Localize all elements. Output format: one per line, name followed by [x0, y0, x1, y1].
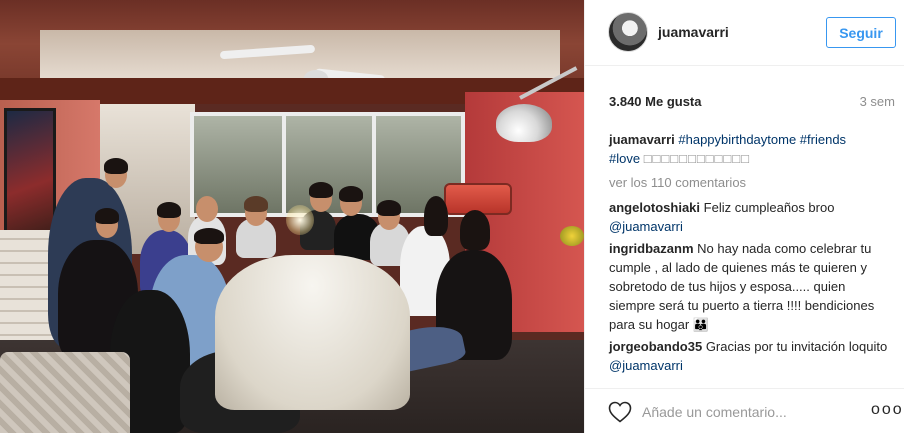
- comment-item: angelotoshiaki Feliz cumpleaños broo @ju…: [609, 198, 893, 236]
- post-header: juamavarri Seguir: [585, 0, 904, 66]
- caption: juamavarri #happybirthdaytome #friends #…: [609, 130, 893, 168]
- comment-username[interactable]: ingridbazanm: [609, 241, 694, 256]
- caption-username[interactable]: juamavarri: [609, 132, 675, 147]
- avatar[interactable]: [608, 12, 648, 52]
- photo-painting: [4, 108, 56, 250]
- post-stats: 3.840 Me gusta 3 sem: [609, 94, 899, 112]
- heart-icon[interactable]: [608, 401, 632, 423]
- comment-username[interactable]: angelotoshiaki: [609, 200, 700, 215]
- post-side-panel: juamavarri Seguir 3.840 Me gusta 3 sem j…: [584, 0, 904, 433]
- photo-lamp: [496, 104, 552, 142]
- view-all-comments-link[interactable]: ver los 110 comentarios: [609, 173, 893, 192]
- comment-mention[interactable]: @juamavarri: [609, 219, 683, 234]
- comment-item: jorgeobando35 Gracias por tu invitación …: [609, 337, 893, 375]
- likes-count[interactable]: 3.840 Me gusta: [609, 94, 702, 109]
- add-comment-input[interactable]: [642, 402, 822, 422]
- comments-list: juamavarri #happybirthdaytome #friends #…: [609, 130, 893, 378]
- photo-sofa: [0, 352, 130, 433]
- caption-hashtags[interactable]: #happybirthdaytome #friends: [678, 132, 846, 147]
- post-photo[interactable]: [0, 0, 584, 433]
- comment-item: ingridbazanm No hay nada como celebrar t…: [609, 239, 893, 334]
- follow-button[interactable]: Seguir: [826, 17, 896, 48]
- post-author-username[interactable]: juamavarri: [658, 24, 729, 40]
- photo-candles: [286, 205, 314, 235]
- comment-mention[interactable]: @juamavarri: [609, 358, 683, 373]
- photo-flowers: [560, 226, 584, 246]
- comment-username[interactable]: jorgeobando35: [609, 339, 702, 354]
- comment-text: Gracias por tu invitación loquito: [705, 339, 888, 354]
- more-options-icon[interactable]: ooo: [871, 401, 904, 419]
- caption-emoji: □□□□□□□□□□□□: [643, 151, 750, 166]
- post-footer: ooo: [585, 388, 904, 433]
- post-timestamp[interactable]: 3 sem: [860, 94, 895, 109]
- photo-dinner-table: [215, 255, 410, 410]
- hashtag-love[interactable]: #love: [609, 151, 640, 166]
- comment-text: Feliz cumpleaños broo: [703, 200, 835, 215]
